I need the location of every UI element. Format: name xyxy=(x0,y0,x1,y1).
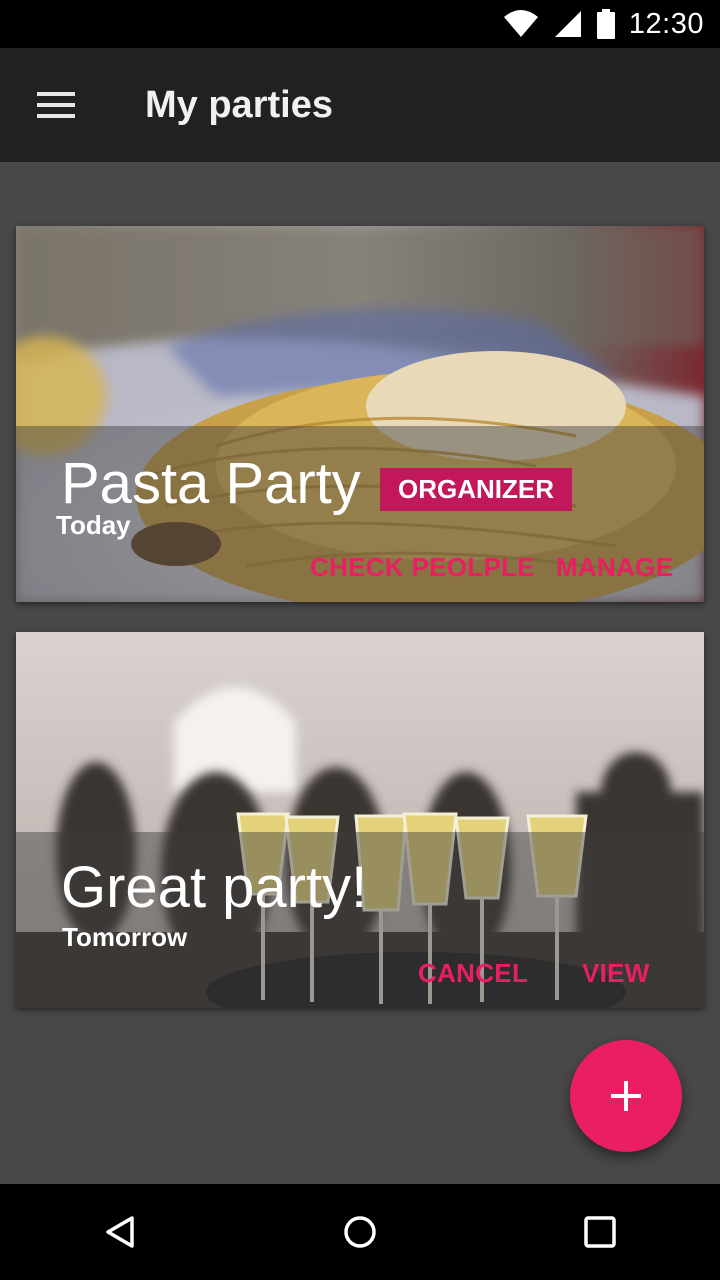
system-nav-bar xyxy=(0,1184,720,1280)
cancel-button[interactable]: CANCEL xyxy=(418,958,528,989)
party-title: Great party! xyxy=(61,855,368,920)
manage-button[interactable]: MANAGE xyxy=(556,552,673,583)
party-card[interactable]: Pasta Party ORGANIZER Today CHECK PEOLPL… xyxy=(16,226,704,602)
back-icon[interactable] xyxy=(60,1184,180,1280)
hamburger-menu-icon[interactable] xyxy=(0,48,112,162)
status-bar: 12:30 xyxy=(0,0,720,48)
home-icon[interactable] xyxy=(300,1184,420,1280)
clock: 12:30 xyxy=(628,7,704,40)
signal-icon xyxy=(553,9,583,39)
party-card[interactable]: Great party! Tomorrow CANCEL VIEW xyxy=(16,632,704,1008)
check-people-button[interactable]: CHECK PEOLPLE xyxy=(310,552,535,583)
view-button[interactable]: VIEW xyxy=(582,958,650,989)
wifi-icon xyxy=(503,9,539,39)
battery-icon xyxy=(596,9,615,39)
party-title: Pasta Party xyxy=(61,451,361,516)
party-date: Tomorrow xyxy=(62,922,188,952)
app-bar: My parties xyxy=(0,48,720,162)
plus-icon xyxy=(611,1081,641,1111)
party-date: Today xyxy=(56,510,131,540)
recents-icon[interactable] xyxy=(540,1184,660,1280)
page-title: My parties xyxy=(145,83,333,126)
organizer-badge: ORGANIZER xyxy=(380,468,572,511)
add-party-button[interactable] xyxy=(570,1040,682,1152)
